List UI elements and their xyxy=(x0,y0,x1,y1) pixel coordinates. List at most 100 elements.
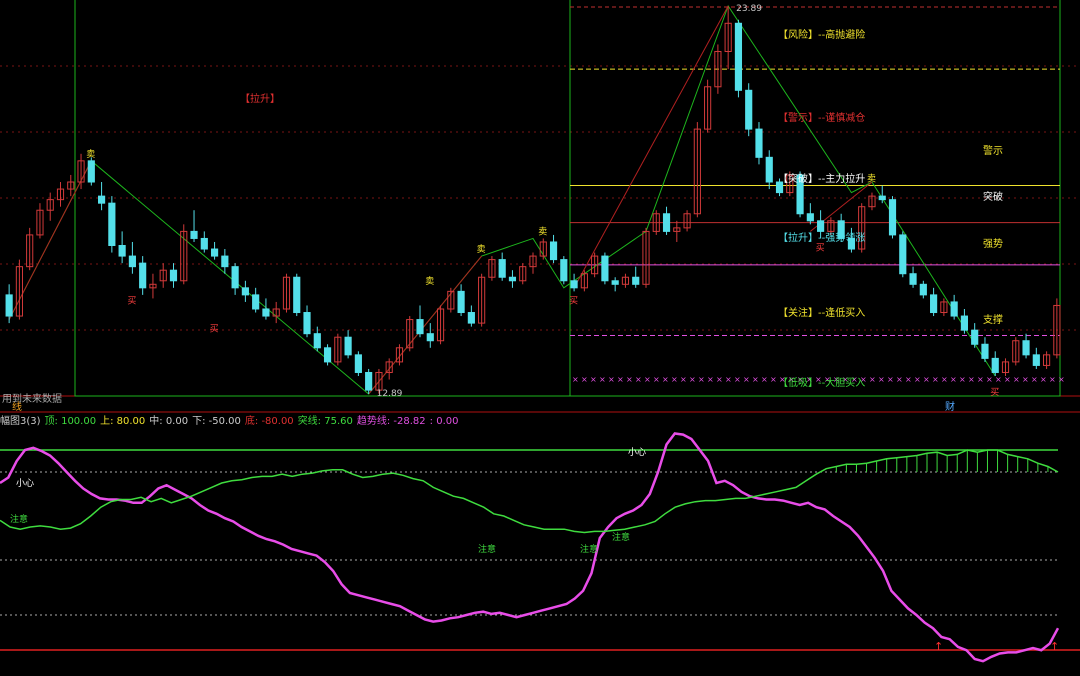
candle-body xyxy=(991,357,999,373)
candle-body xyxy=(817,220,825,232)
candle-body xyxy=(87,160,95,183)
low-buy-x-marker: × xyxy=(1058,375,1065,384)
indicator-annotation: 注意 xyxy=(10,513,28,525)
indicator-annotation: 小心 xyxy=(16,478,34,489)
candle-body xyxy=(262,308,270,317)
low-buy-x-marker: × xyxy=(752,375,759,384)
candle-body xyxy=(323,347,332,363)
low-buy-x-marker: × xyxy=(1031,375,1038,384)
candle-body xyxy=(303,312,311,335)
low-buy-x-marker: × xyxy=(743,375,750,384)
zone-label: 【警示】--谨慎减仓 xyxy=(778,111,865,124)
pull-up-tag: 【拉升】 xyxy=(240,92,280,105)
low-buy-x-marker: × xyxy=(617,375,624,384)
candle-body xyxy=(1032,354,1040,366)
low-buy-x-marker: × xyxy=(599,375,606,384)
candle-body xyxy=(755,128,763,158)
candle-body xyxy=(1022,340,1030,356)
low-buy-x-marker: × xyxy=(716,375,723,384)
low-buy-x-marker: × xyxy=(671,375,678,384)
low-buy-x-marker: × xyxy=(689,375,696,384)
right-level-label: 强势 xyxy=(983,237,1003,250)
low-buy-x-marker: × xyxy=(590,375,597,384)
right-level-label: 支撑 xyxy=(983,313,1003,326)
sell-marker: 卖 xyxy=(86,149,95,160)
buy-marker: 买 xyxy=(210,324,219,335)
candle-body xyxy=(457,290,465,314)
low-buy-x-marker: × xyxy=(734,375,741,384)
legend-item: 趋势线: -28.82 xyxy=(356,416,426,427)
candle-body xyxy=(734,22,743,91)
candle-body xyxy=(128,255,136,268)
low-buy-x-marker: × xyxy=(968,375,975,384)
zone-label: 【风险】--高抛避险 xyxy=(778,28,865,41)
candle-body xyxy=(221,255,229,268)
legend-item: 上: 80.00 xyxy=(100,416,146,427)
trend-indicator-line xyxy=(0,432,1060,663)
candle-body xyxy=(313,333,321,349)
zigzag-trend-line xyxy=(8,4,996,395)
candle-body xyxy=(118,245,126,257)
low-buy-x-marker: × xyxy=(653,375,660,384)
indicator-annotation: 注意 xyxy=(478,543,496,555)
legend-item: 底: -80.00 xyxy=(244,416,294,427)
indicator-annotation: 注意 xyxy=(580,543,598,555)
low-buy-x-marker: × xyxy=(635,375,642,384)
up-arrow-marker: ↑ xyxy=(1050,640,1059,653)
candle-body xyxy=(169,269,178,282)
rising-trend-line xyxy=(8,160,92,320)
candle-body xyxy=(960,315,968,331)
legend-item: : 0.00 xyxy=(429,416,459,427)
legend-item: 中: 0.00 xyxy=(149,416,189,427)
low-price-label: 12.89 xyxy=(377,389,403,399)
low-buy-x-marker: × xyxy=(626,375,633,384)
chart-canvas: × × × × × × × × × × × × × × × × × × × × × × × × × × × × × × × × × × × × × × × ×… xyxy=(0,0,1080,663)
candle-body xyxy=(570,280,578,289)
sell-marker: 卖 xyxy=(425,276,434,287)
buy-marker: 买 xyxy=(127,295,136,306)
zone-label: 【拉升】--强势领涨 xyxy=(778,231,865,244)
low-buy-x-marker: × xyxy=(707,375,714,384)
future-data-note: 用到未来数据 xyxy=(2,394,62,405)
candle-body xyxy=(878,195,886,201)
left-frame xyxy=(74,0,571,397)
low-buy-x-marker: × xyxy=(896,375,903,384)
low-buy-x-marker: × xyxy=(1049,375,1056,384)
low-buy-x-marker: × xyxy=(581,375,588,384)
candle-body xyxy=(930,294,938,314)
zone-label: 【突破】--主力拉升 xyxy=(778,172,865,185)
candle-body xyxy=(899,234,907,275)
grid-layer xyxy=(0,65,1080,413)
candle-body xyxy=(981,343,989,359)
low-buy-x-marker: × xyxy=(869,375,876,384)
candle-body xyxy=(416,319,424,335)
candle-body xyxy=(498,259,506,278)
legend-item: 下: -50.00 xyxy=(192,416,241,427)
candle-body xyxy=(560,259,568,282)
candle-body xyxy=(365,371,373,391)
candle-body xyxy=(293,276,301,314)
candle-body xyxy=(252,294,260,310)
high-price-label: 23.89 xyxy=(736,4,762,14)
legend-item: 突线: 75.60 xyxy=(297,416,353,427)
candle-body xyxy=(632,276,640,285)
candle-body xyxy=(98,195,106,204)
trend-lines xyxy=(8,4,996,395)
indicator-annotation: 小心 xyxy=(628,447,646,458)
low-buy-x-marker: × xyxy=(680,375,687,384)
breakout-indicator-line xyxy=(0,449,1059,534)
candle-body xyxy=(745,89,753,130)
low-buy-x-marker: × xyxy=(977,375,984,384)
bottom-badge: 财 xyxy=(945,400,955,413)
candle-body xyxy=(108,202,116,247)
candle-body xyxy=(354,354,362,373)
low-buy-x-marker: × xyxy=(608,375,615,384)
candle-body xyxy=(467,312,475,324)
low-buy-x-marker: × xyxy=(662,375,669,384)
candle-body xyxy=(888,199,897,236)
low-buy-x-marker: × xyxy=(572,375,579,384)
candle-body xyxy=(5,294,13,317)
low-buy-x-marker: × xyxy=(995,375,1002,384)
buy-marker: 买 xyxy=(816,242,825,253)
candle-body xyxy=(241,287,249,296)
